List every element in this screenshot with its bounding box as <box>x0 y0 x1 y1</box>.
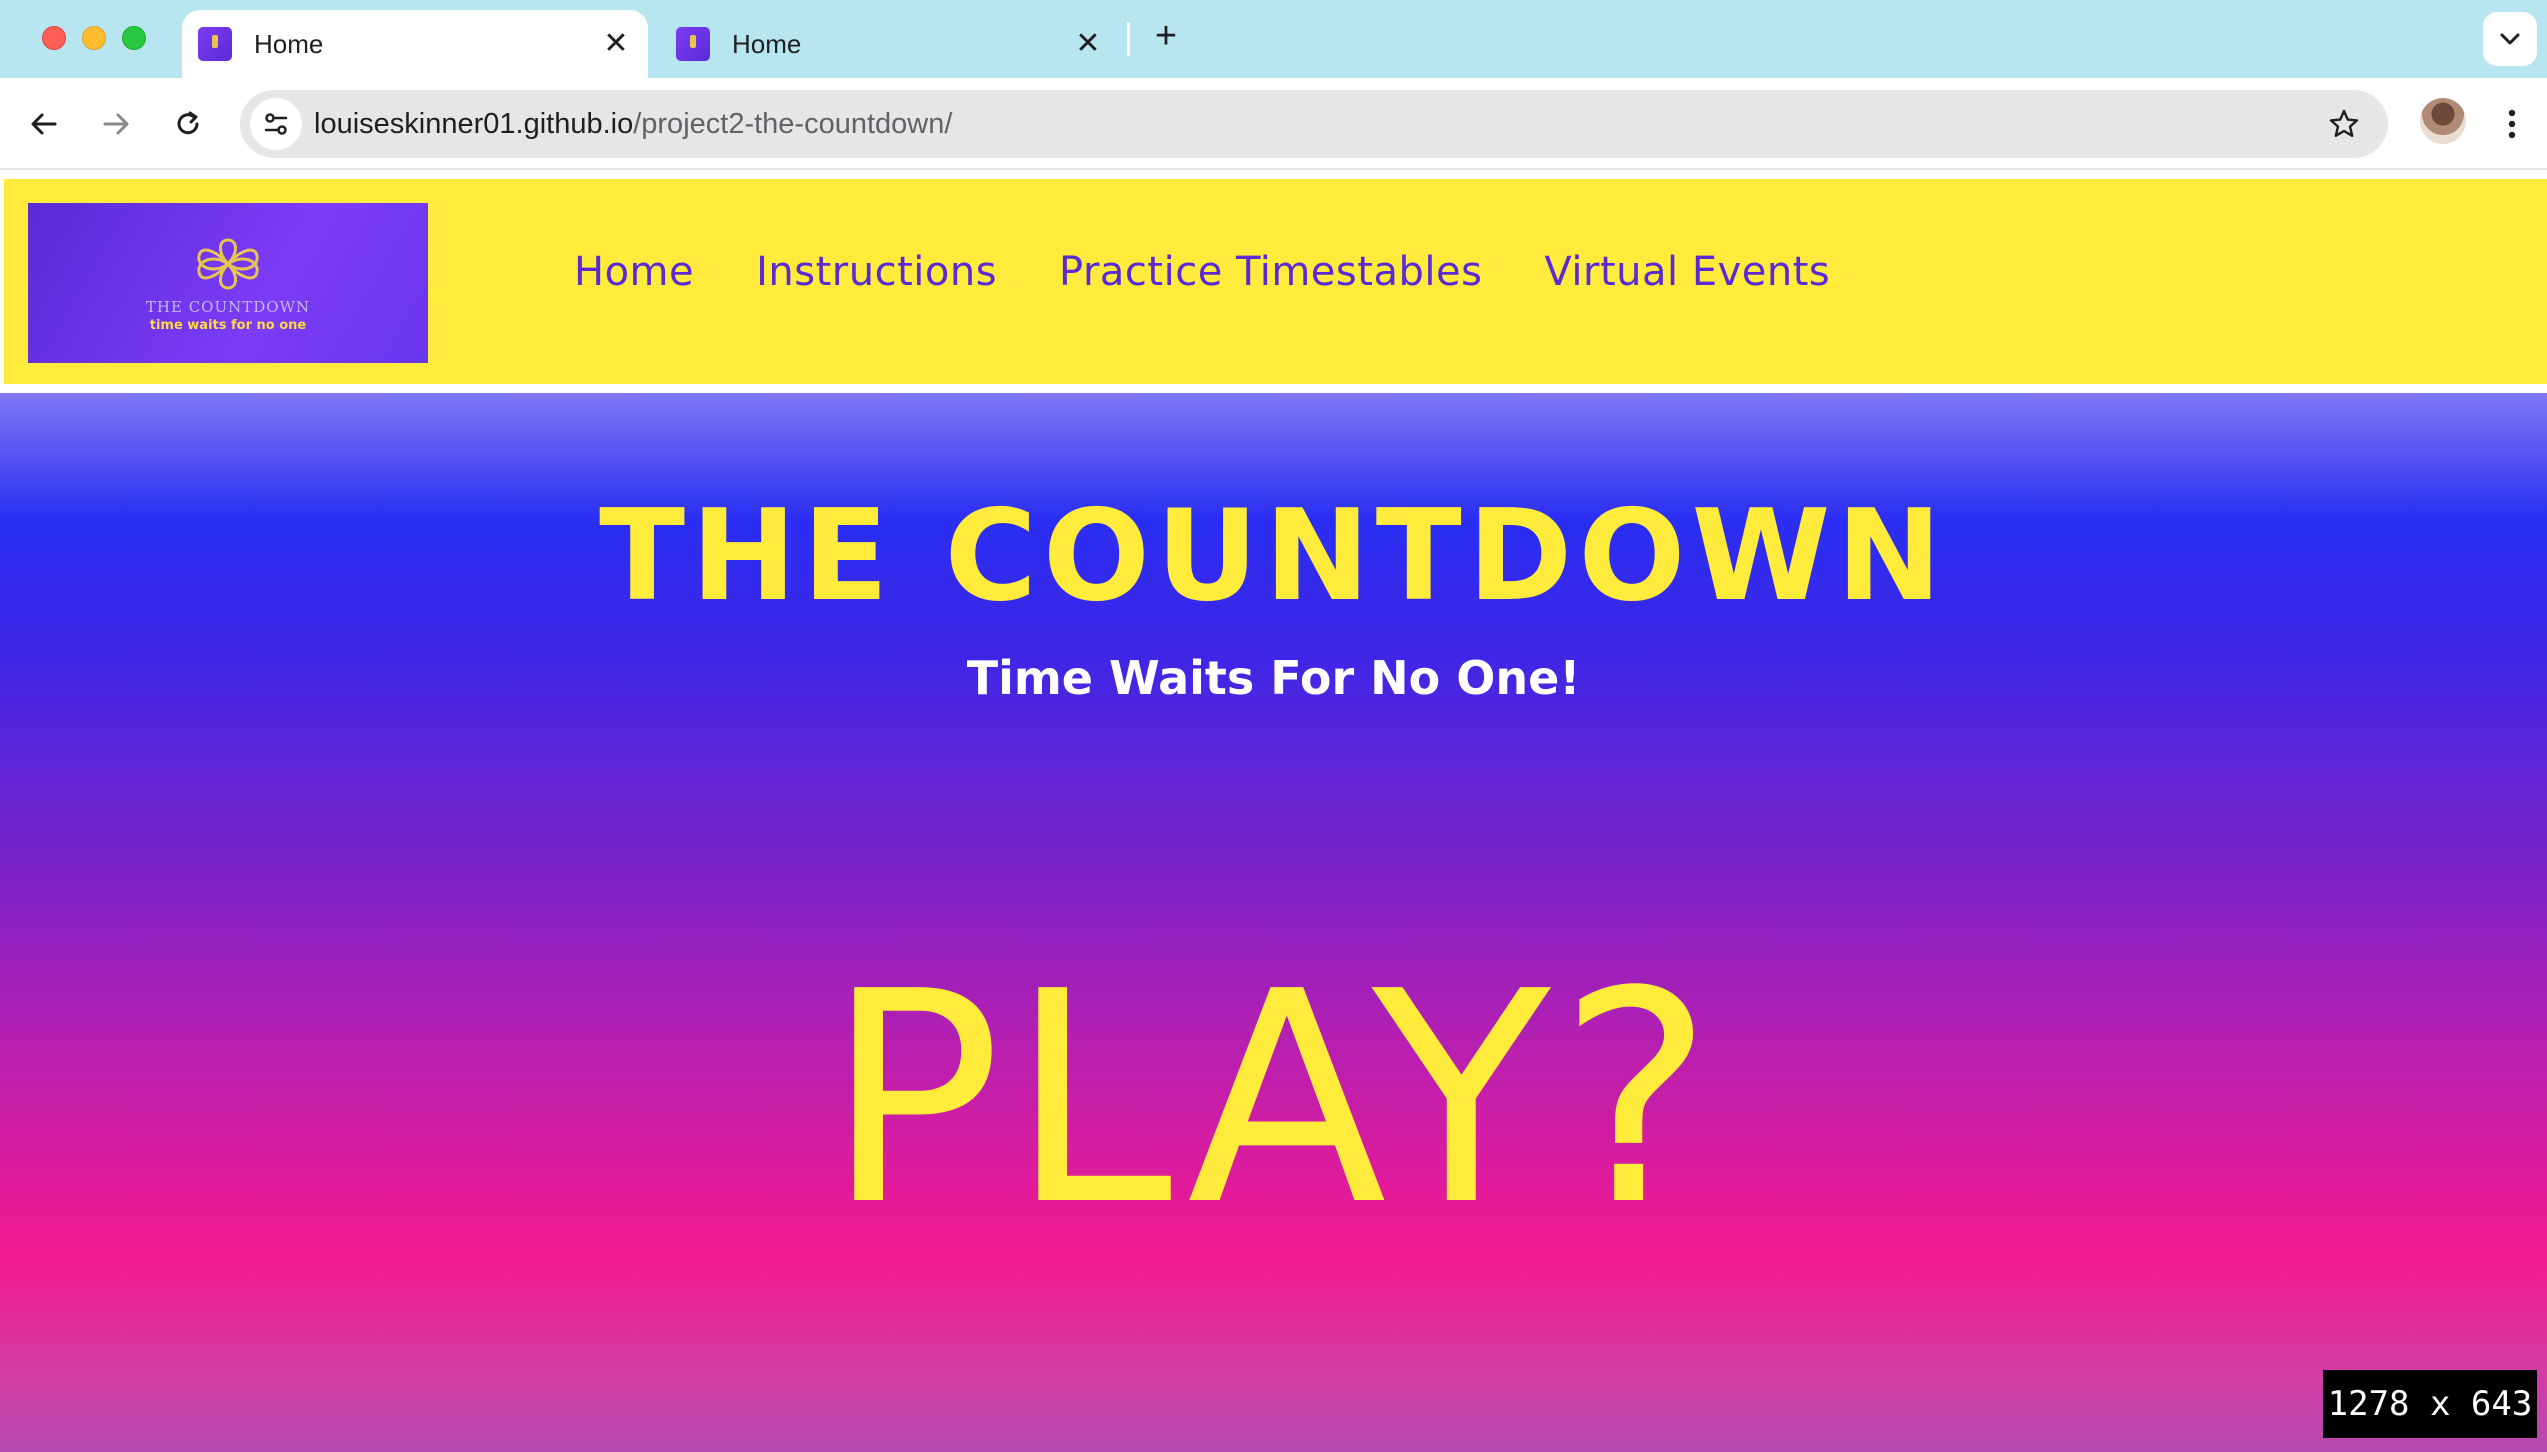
nav-link-home[interactable]: Home <box>574 249 694 295</box>
tab-title: Home <box>254 28 324 59</box>
address-bar[interactable]: louiseskinner01.github.io/project2-the-c… <box>240 90 2388 158</box>
nav-link-virtual-events[interactable]: Virtual Events <box>1544 249 1830 295</box>
favicon-icon <box>198 27 232 61</box>
tab-home-active[interactable]: Home ✕ <box>182 10 648 78</box>
web-page: THE COUNTDOWN time waits for no one Home… <box>0 172 2547 1452</box>
viewport-size-badge: 1278 x 643 <box>2323 1370 2537 1438</box>
logo-title: THE COUNTDOWN <box>145 297 311 316</box>
tune-icon <box>264 113 288 135</box>
favicon-icon <box>676 27 710 61</box>
window-close-button[interactable] <box>42 26 66 50</box>
play-button[interactable]: PLAY? <box>0 953 2547 1245</box>
new-tab-button[interactable]: + <box>1144 14 1188 58</box>
hero-title: THE COUNTDOWN <box>599 482 1948 629</box>
nav-link-practice-timestables[interactable]: Practice Timestables <box>1059 249 1482 295</box>
bookmark-star-button[interactable] <box>2324 104 2364 144</box>
site-logo[interactable]: THE COUNTDOWN time waits for no one <box>28 203 428 363</box>
url-text[interactable]: louiseskinner01.github.io/project2-the-c… <box>314 90 952 158</box>
star-icon <box>2329 109 2359 137</box>
reload-icon <box>177 111 199 135</box>
profile-avatar[interactable] <box>2420 98 2466 144</box>
infinity-knot-icon <box>197 237 259 290</box>
window-minimize-button[interactable] <box>82 26 106 50</box>
site-navbar: THE COUNTDOWN time waits for no one Home… <box>0 175 2547 388</box>
forward-button[interactable] <box>90 98 142 150</box>
site-info-button[interactable] <box>250 98 302 150</box>
tab-home-inactive[interactable]: Home ✕ <box>660 10 1120 78</box>
hero-subtitle: Time Waits For No One! <box>966 651 1581 705</box>
logo-tagline: time waits for no one <box>149 317 307 333</box>
hero-section: THE COUNTDOWN Time Waits For No One! PLA… <box>0 393 2547 1452</box>
url-path: /project2-the-countdown/ <box>633 108 953 140</box>
main-nav: Home Instructions Practice Timestables V… <box>574 249 1892 295</box>
reload-button[interactable] <box>162 98 214 150</box>
nav-link-instructions[interactable]: Instructions <box>756 249 997 295</box>
arrow-right-icon <box>103 113 129 135</box>
tab-search-button[interactable] <box>2483 12 2537 66</box>
tab-close-icon[interactable]: ✕ <box>596 29 636 59</box>
browser-tab-bar: Home ✕ Home ✕ + <box>0 0 2547 78</box>
tab-title: Home <box>732 28 802 59</box>
browser-toolbar: louiseskinner01.github.io/project2-the-c… <box>0 78 2547 170</box>
chevron-down-icon <box>2500 33 2520 45</box>
tab-divider <box>1127 22 1130 56</box>
back-button[interactable] <box>18 98 70 150</box>
arrow-left-icon <box>31 113 57 135</box>
window-zoom-button[interactable] <box>122 26 146 50</box>
more-vertical-icon <box>2508 109 2516 139</box>
url-host: louiseskinner01.github.io <box>314 108 634 140</box>
tab-close-icon[interactable]: ✕ <box>1068 29 1108 59</box>
browser-menu-button[interactable] <box>2486 98 2538 150</box>
